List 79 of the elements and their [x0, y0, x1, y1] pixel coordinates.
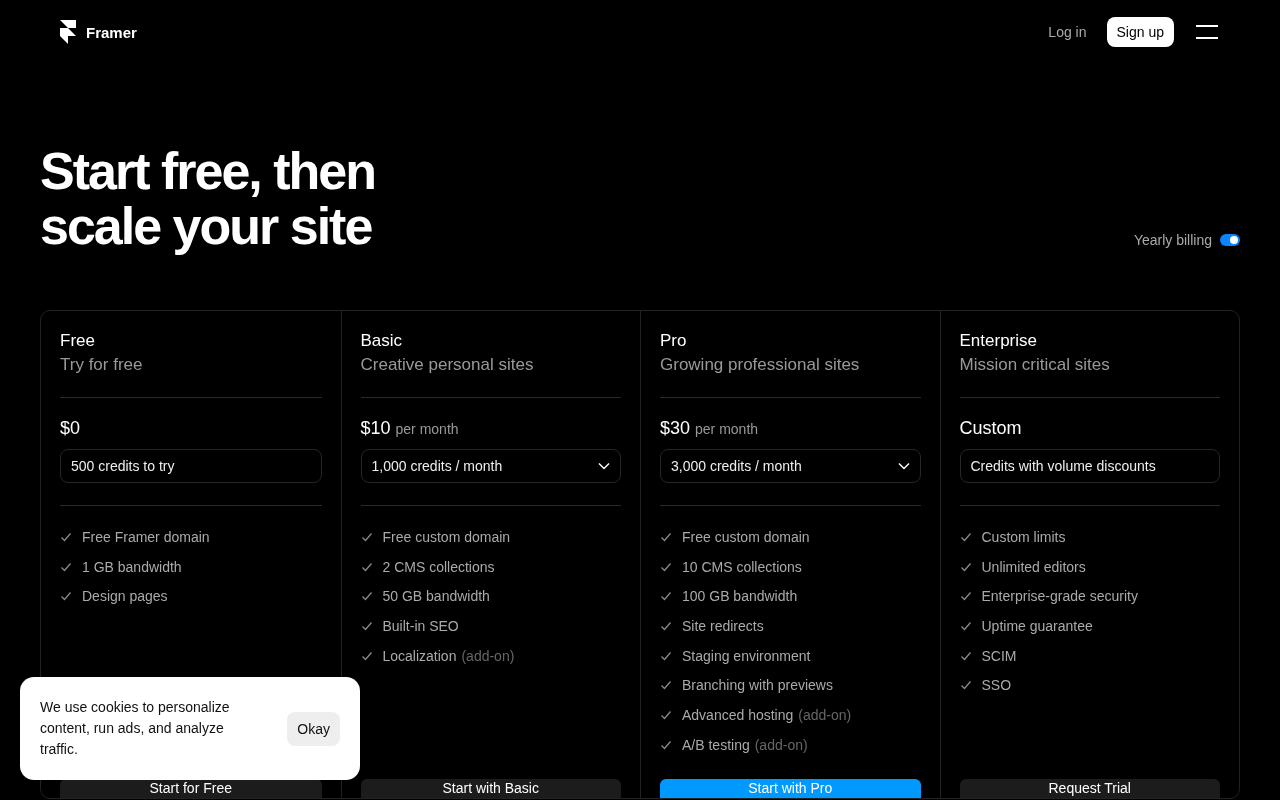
check-icon [360, 649, 373, 662]
feature-text: Custom limits [981, 529, 1066, 545]
feature-text: 2 CMS collections [382, 558, 495, 575]
signup-button[interactable]: Sign up [1106, 17, 1174, 47]
feature-text: 1 GB bandwidth [82, 558, 182, 575]
check-icon [959, 679, 972, 692]
check-icon [959, 531, 972, 543]
feature-text: 100 GB bandwidth [682, 588, 798, 605]
plan-price: $10 [360, 418, 391, 439]
check-icon [360, 620, 373, 633]
logo-icon[interactable] [60, 20, 76, 44]
plan-name: Free [60, 331, 96, 351]
check-icon [959, 620, 972, 633]
plan-tagline: Growing professional sites [660, 355, 861, 375]
check-icon [660, 679, 672, 692]
cookie-message: We use cookies to personalize content, run ads, and analyze traffic. [40, 698, 231, 759]
plan-name: Enterprise [959, 331, 1038, 351]
check-icon [660, 709, 672, 722]
feature-note: (add-on) [461, 647, 515, 664]
feature-text: Free Framer domain [82, 529, 210, 545]
plan-tagline: Try for free [60, 355, 144, 375]
check-icon [660, 590, 672, 603]
check-icon [660, 620, 672, 633]
check-icon [60, 531, 72, 543]
plan-button[interactable]: Start with Basic [360, 779, 621, 798]
feature-text: Branching with previews [682, 677, 833, 694]
billing-toggle[interactable] [1220, 234, 1240, 246]
credits-dropdown[interactable]: 3,000 credits / month [660, 449, 921, 483]
check-icon [660, 560, 672, 573]
feature-text: A/B testing [682, 736, 750, 753]
plan-tagline: Creative personal sites [360, 355, 535, 375]
check-icon [360, 531, 373, 543]
check-icon [660, 531, 672, 543]
check-icon [360, 560, 373, 573]
brand-name[interactable]: Framer [86, 23, 137, 41]
check-icon [660, 738, 672, 751]
menu-icon[interactable] [1196, 24, 1218, 40]
feature-text: Free custom domain [682, 529, 810, 545]
feature-note: (add-on) [754, 736, 808, 753]
plan-tagline: Mission critical sites [959, 355, 1111, 375]
plan-price: $30 [660, 418, 691, 439]
feature-text: Built-in SEO [382, 618, 459, 635]
check-icon [959, 590, 972, 603]
chevron-down-icon [598, 462, 610, 470]
feature-text: SSO [981, 677, 1012, 694]
credits-field: Credits with volume discounts [959, 449, 1220, 483]
feature-text: 10 CMS collections [682, 558, 802, 575]
plan-price: Custom [959, 418, 1022, 439]
feature-text: Enterprise-grade security [981, 588, 1138, 605]
price-period: per month [695, 421, 759, 437]
feature-text: Site redirects [682, 618, 764, 635]
feature-text: Design pages [82, 588, 168, 605]
feature-text: Localization [382, 647, 457, 664]
check-icon [660, 649, 672, 662]
credits-dropdown[interactable]: 1,000 credits / month [360, 449, 621, 483]
check-icon [959, 649, 972, 662]
okay-button[interactable]: Okay [287, 711, 340, 746]
check-icon [360, 590, 373, 603]
feature-note: (add-on) [798, 707, 852, 724]
plan-name: Basic [360, 331, 404, 351]
billing-label: Yearly billing [1133, 232, 1212, 248]
feature-text: Uptime guarantee [981, 618, 1093, 635]
price-period: per month [395, 421, 459, 437]
feature-text: Unlimited editors [981, 558, 1086, 575]
feature-text: SCIM [981, 647, 1017, 664]
check-icon [60, 590, 72, 603]
hero-title: Start free, then scale your site [40, 144, 375, 254]
credits-field: 500 credits to try [60, 449, 322, 483]
check-icon [959, 560, 972, 573]
feature-text: Advanced hosting [682, 707, 794, 724]
plan-price: $0 [60, 418, 81, 439]
feature-text: Staging environment [682, 647, 811, 664]
plan-name: Pro [660, 331, 688, 351]
feature-text: 50 GB bandwidth [382, 588, 490, 605]
chevron-down-icon [897, 462, 910, 470]
feature-text: Free custom domain [382, 529, 511, 545]
check-icon [60, 560, 72, 573]
login-link[interactable]: Log in [1048, 24, 1087, 40]
plan-button[interactable]: Request Trial [959, 779, 1220, 798]
